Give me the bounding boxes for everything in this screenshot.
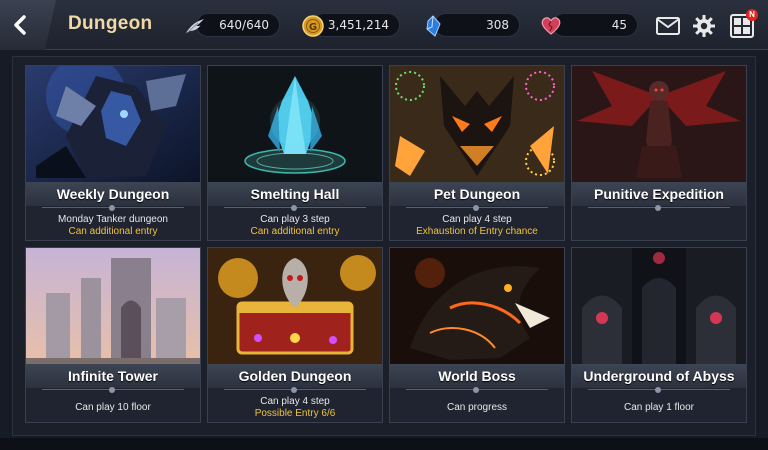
menu-button[interactable]: N <box>728 9 758 40</box>
dungeon-name: Infinite Tower <box>68 368 158 384</box>
pet-dungeon-art <box>390 66 564 182</box>
heart-counter: 45 <box>552 13 638 37</box>
notification-badge: N <box>746 9 758 21</box>
dungeon-status: Can additional entry <box>250 226 340 237</box>
dungeon-name: World Boss <box>438 368 516 384</box>
dungeon-info: Can play 3 step <box>260 214 330 225</box>
dungeon-name: Pet Dungeon <box>433 186 521 202</box>
weekly-dungeon-art <box>26 66 200 182</box>
gold-value: 3,451,214 <box>327 18 389 32</box>
top-bar: Dungeon 640/640 3,451,214 G 308 45 N <box>0 0 768 50</box>
back-button[interactable] <box>0 0 56 50</box>
dungeon-status: Exhaustion of Entry chance <box>416 226 538 237</box>
card-divider <box>224 205 366 211</box>
mail-icon <box>656 17 680 35</box>
dungeon-status: Possible Entry 6/6 <box>254 408 336 419</box>
dungeon-info: Can play 10 floor <box>75 402 151 413</box>
card-divider <box>406 387 548 393</box>
world-boss-art <box>390 248 564 364</box>
heart-icon <box>538 13 564 39</box>
dungeon-name: Golden Dungeon <box>238 368 352 384</box>
underground-abyss-art <box>572 248 746 364</box>
dungeon-status: Can additional entry <box>68 226 158 237</box>
punitive-expedition-art <box>572 66 746 182</box>
dungeon-card-infinite-tower[interactable]: Infinite Tower Can play 10 floor <box>25 247 201 423</box>
blue-crystal-icon <box>420 13 446 39</box>
dungeon-card-abyss[interactable]: Underground of Abyss Can play 1 floor <box>571 247 747 423</box>
card-divider <box>224 387 366 393</box>
dungeon-name: Smelting Hall <box>250 186 340 202</box>
svg-text:G: G <box>309 22 317 33</box>
gem-counter: 308 <box>434 13 520 37</box>
dungeon-card-smelting[interactable]: Smelting Hall Can play 3 step Can additi… <box>207 65 383 241</box>
stamina-counter: 640/640 <box>196 13 280 37</box>
heart-value: 45 <box>611 18 627 32</box>
back-arrow-icon <box>14 15 26 35</box>
dungeon-card-golden[interactable]: Golden Dungeon Can play 4 step Possible … <box>207 247 383 423</box>
dungeon-info: Can progress <box>446 402 508 413</box>
dungeon-info: Monday Tanker dungeon <box>58 214 168 225</box>
gear-icon <box>693 15 715 37</box>
smelting-hall-art <box>208 66 382 182</box>
settings-button[interactable] <box>690 12 718 40</box>
wing-icon <box>182 13 208 39</box>
dungeon-info: Can play 1 floor <box>623 402 695 413</box>
dungeon-name: Underground of Abyss <box>583 368 735 384</box>
dungeon-card-world-boss[interactable]: World Boss Can progress <box>389 247 565 423</box>
card-divider <box>42 387 184 393</box>
golden-dungeon-art <box>208 248 382 364</box>
dungeon-card-punitive[interactable]: Punitive Expedition <box>571 65 747 241</box>
bottom-bar <box>0 438 768 450</box>
card-divider <box>406 205 548 211</box>
page-title: Dungeon <box>68 13 153 34</box>
gold-coin-icon: G <box>300 13 326 39</box>
mail-button[interactable] <box>654 12 682 40</box>
card-divider <box>42 205 184 211</box>
dungeon-card-weekly[interactable]: Weekly Dungeon Monday Tanker dungeon Can… <box>25 65 201 241</box>
dungeon-grid: Weekly Dungeon Monday Tanker dungeon Can… <box>12 56 756 436</box>
dungeon-card-pet[interactable]: Pet Dungeon Can play 4 step Exhaustion o… <box>389 65 565 241</box>
gem-value: 308 <box>486 18 509 32</box>
card-divider <box>588 205 730 211</box>
stamina-value: 640/640 <box>219 18 269 32</box>
dungeon-name: Punitive Expedition <box>594 186 724 202</box>
infinite-tower-art <box>26 248 200 364</box>
card-divider <box>588 387 730 393</box>
dungeon-info: Can play 4 step <box>260 396 330 407</box>
dungeon-info: Can play 4 step <box>442 214 512 225</box>
dungeon-name: Weekly Dungeon <box>56 186 170 202</box>
